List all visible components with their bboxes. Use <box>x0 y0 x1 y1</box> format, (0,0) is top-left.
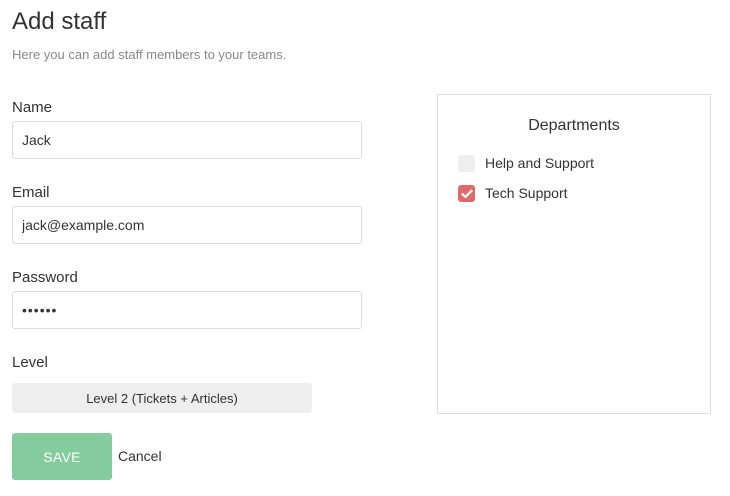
cancel-link[interactable]: Cancel <box>118 448 162 465</box>
departments-title: Departments <box>528 117 620 134</box>
departments-panel: Departments Help and Support Tech Suppor… <box>437 94 711 414</box>
department-label: Help and Support <box>485 155 594 171</box>
checkmark-icon <box>460 189 473 198</box>
tech-support-checkbox[interactable] <box>458 185 475 202</box>
name-input[interactable] <box>12 121 362 159</box>
save-button[interactable]: SAVE <box>12 433 112 480</box>
page-subtitle: Here you can add staff members to your t… <box>12 47 287 62</box>
password-input[interactable] <box>12 291 362 329</box>
email-input[interactable] <box>12 206 362 244</box>
department-label: Tech Support <box>485 185 568 201</box>
level-label: Level <box>12 354 48 371</box>
level-select[interactable]: Level 2 (Tickets + Articles) <box>12 383 312 413</box>
email-label: Email <box>12 184 50 201</box>
name-label: Name <box>12 99 53 116</box>
password-label: Password <box>12 269 78 286</box>
department-item-tech-support[interactable]: Tech Support <box>458 185 568 202</box>
page-title: Add staff <box>12 8 107 35</box>
department-item-help-and-support[interactable]: Help and Support <box>458 155 594 172</box>
help-and-support-checkbox[interactable] <box>458 155 475 172</box>
add-staff-page: Add staff Here you can add staff members… <box>0 0 730 496</box>
